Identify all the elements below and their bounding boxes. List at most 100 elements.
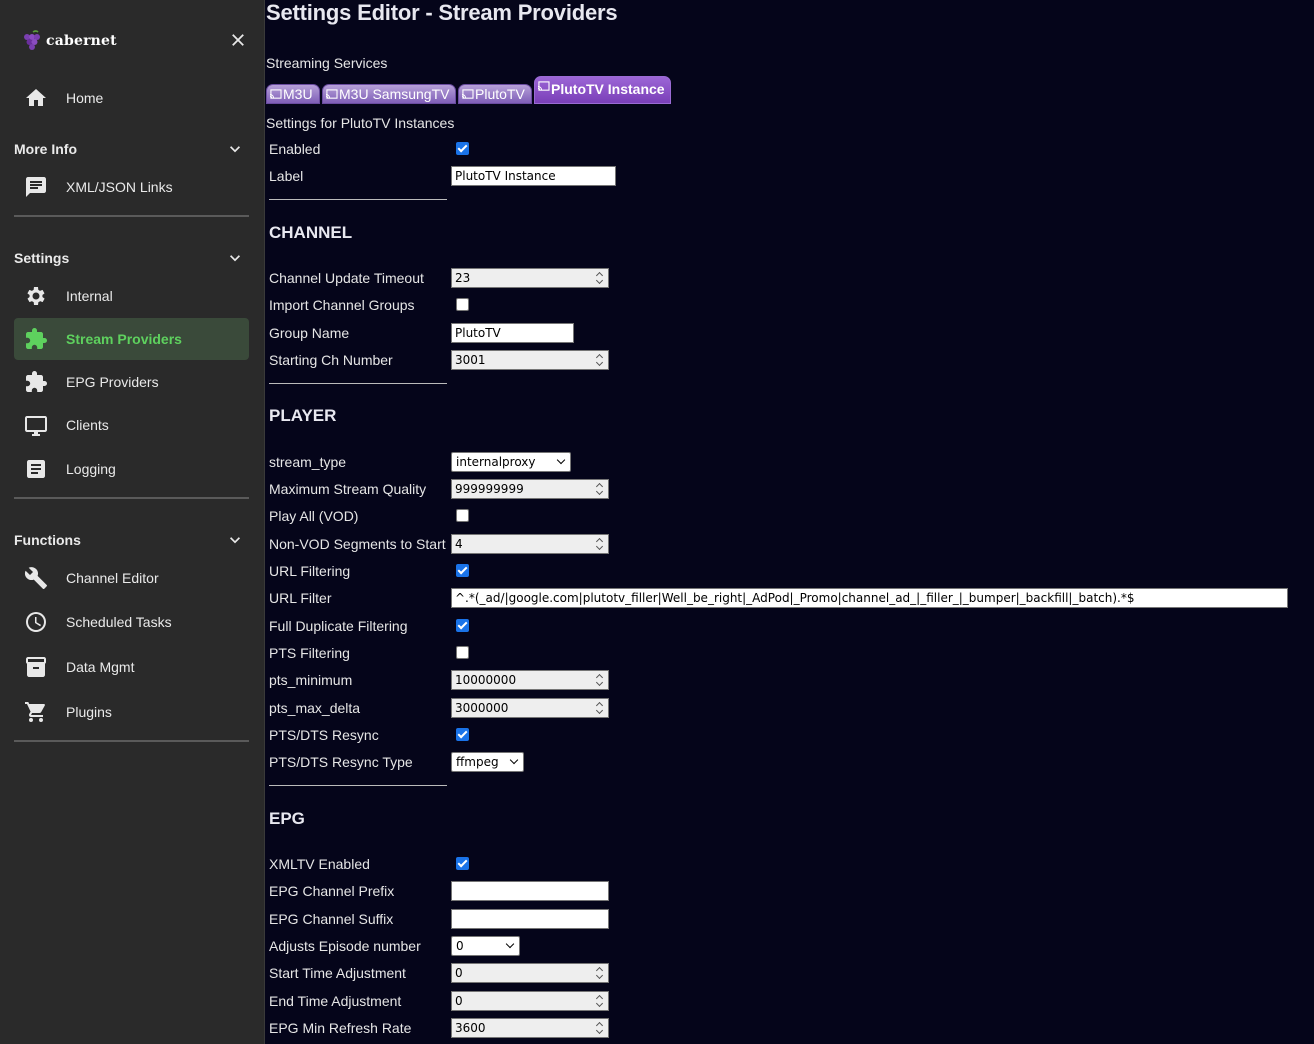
cast-icon xyxy=(269,88,282,99)
pts-max-delta-label: pts_max_delta xyxy=(269,700,361,716)
streaming-services-label: Streaming Services xyxy=(266,55,388,71)
sidebar-item-label: Scheduled Tasks xyxy=(66,614,172,630)
cast-icon xyxy=(325,88,338,99)
spinner-icon[interactable] xyxy=(596,994,604,1008)
import-groups-checkbox[interactable] xyxy=(456,298,469,311)
message-icon xyxy=(26,177,46,197)
resync-type-label: PTS/DTS Resync Type xyxy=(269,754,413,770)
tab-plutotv[interactable]: PlutoTV xyxy=(458,84,532,104)
max-quality-label: Maximum Stream Quality xyxy=(269,481,427,497)
input-value: 4 xyxy=(455,537,463,551)
spinner-icon[interactable] xyxy=(596,271,604,285)
input-value: 999999999 xyxy=(455,482,524,496)
update-timeout-input[interactable]: 23 xyxy=(451,268,609,288)
input-value: 23 xyxy=(455,271,471,285)
import-groups-label: Import Channel Groups xyxy=(269,297,415,313)
brand-name: cabernet xyxy=(46,33,117,49)
puzzle-icon xyxy=(26,371,47,392)
label-input[interactable] xyxy=(451,166,616,186)
url-filter-input[interactable] xyxy=(451,588,1288,608)
segments-input[interactable]: 4 xyxy=(451,534,609,554)
url-filter-label: URL Filter xyxy=(269,590,332,606)
url-filtering-checkbox[interactable] xyxy=(456,564,469,577)
clock-icon xyxy=(26,612,46,632)
update-timeout-label: Channel Update Timeout xyxy=(269,270,424,286)
sidebar-item-plugins[interactable]: Plugins xyxy=(14,691,249,733)
spinner-icon[interactable] xyxy=(596,966,604,980)
input-value: 3001 xyxy=(455,353,486,367)
pts-minimum-input[interactable]: 10000000 xyxy=(451,670,609,690)
sidebar-item-stream-providers[interactable]: Stream Providers xyxy=(14,318,249,360)
sidebar-divider xyxy=(14,215,249,217)
start-adj-input[interactable]: 0 xyxy=(451,963,609,983)
spinner-icon[interactable] xyxy=(596,673,604,687)
resync-checkbox[interactable] xyxy=(456,728,469,741)
chevron-down-icon xyxy=(230,255,240,262)
epg-heading: EPG xyxy=(269,809,305,828)
stream-type-select[interactable]: internalproxy xyxy=(451,452,571,472)
input-value: 3600 xyxy=(455,1021,486,1035)
play-all-checkbox[interactable] xyxy=(456,509,469,522)
section-separator xyxy=(269,199,447,200)
tab-m3u-samsungtv[interactable]: M3U SamsungTV xyxy=(322,84,456,104)
sidebar-item-clients[interactable]: Clients xyxy=(14,404,249,446)
end-adj-input[interactable]: 0 xyxy=(451,991,609,1011)
starting-ch-input[interactable]: 3001 xyxy=(451,350,609,370)
chevron-down-icon xyxy=(230,537,240,544)
pts-filtering-checkbox[interactable] xyxy=(456,646,469,659)
sidebar-item-data-mgmt[interactable]: Data Mgmt xyxy=(14,646,249,688)
grape-logo-icon xyxy=(24,30,40,50)
input-value: 3000000 xyxy=(455,701,509,715)
sidebar-item-channel-editor[interactable]: Channel Editor xyxy=(14,557,249,599)
section-separator xyxy=(269,785,447,786)
max-quality-input[interactable]: 999999999 xyxy=(451,479,609,499)
brand-logo[interactable]: cabernet xyxy=(20,28,117,54)
spinner-icon[interactable] xyxy=(596,1021,604,1035)
sidebar-item-label: Clients xyxy=(66,417,109,433)
sidebar-item-scheduled-tasks[interactable]: Scheduled Tasks xyxy=(14,601,249,643)
episode-select[interactable]: 0 xyxy=(451,936,520,956)
tab-plutotv-instance[interactable]: PlutoTV Instance xyxy=(534,76,671,104)
dup-filtering-checkbox[interactable] xyxy=(456,619,469,632)
tab-label: M3U SamsungTV xyxy=(339,86,450,102)
spinner-icon[interactable] xyxy=(596,482,604,496)
sidebar-item-label: Stream Providers xyxy=(66,331,182,347)
tab-m3u[interactable]: M3U xyxy=(266,84,320,104)
sidebar-item-xml-json-links[interactable]: XML/JSON Links xyxy=(14,166,249,208)
sidebar: cabernet Home More Info XML/JSON Links S… xyxy=(0,0,265,1044)
sidebar-item-label: Home xyxy=(66,90,104,106)
spinner-icon[interactable] xyxy=(596,353,604,367)
xmltv-checkbox[interactable] xyxy=(456,857,469,870)
enabled-label: Enabled xyxy=(269,141,321,157)
pts-max-delta-input[interactable]: 3000000 xyxy=(451,698,609,718)
sidebar-item-epg-providers[interactable]: EPG Providers xyxy=(14,361,249,403)
input-value: 0 xyxy=(455,966,463,980)
group-name-input[interactable] xyxy=(451,323,574,343)
sidebar-item-label: EPG Providers xyxy=(66,374,159,390)
section-more-info[interactable]: More Info xyxy=(14,137,249,161)
epg-suffix-label: EPG Channel Suffix xyxy=(269,911,394,927)
sidebar-item-logging[interactable]: Logging xyxy=(14,448,249,490)
label-label: Label xyxy=(269,168,304,184)
refresh-input[interactable]: 3600 xyxy=(451,1018,609,1038)
sidebar-item-label: Internal xyxy=(66,288,113,304)
close-sidebar-icon[interactable] xyxy=(229,31,247,49)
sidebar-item-home[interactable]: Home xyxy=(14,77,249,119)
sidebar-item-label: Data Mgmt xyxy=(66,659,135,675)
cast-icon xyxy=(461,88,474,99)
resync-type-select[interactable]: ffmpeg xyxy=(451,752,524,772)
page-title: Settings Editor - Stream Providers xyxy=(266,0,618,25)
section-title: Settings xyxy=(14,250,70,266)
group-name-label: Group Name xyxy=(269,325,350,341)
enabled-checkbox[interactable] xyxy=(456,142,469,155)
epg-suffix-input[interactable] xyxy=(451,909,609,929)
spinner-icon[interactable] xyxy=(596,537,604,551)
spinner-icon[interactable] xyxy=(596,701,604,715)
section-settings[interactable]: Settings xyxy=(14,246,249,270)
input-value: 0 xyxy=(455,994,463,1008)
channel-heading: CHANNEL xyxy=(269,223,353,242)
epg-prefix-input[interactable] xyxy=(451,881,609,901)
section-functions[interactable]: Functions xyxy=(14,528,249,552)
sidebar-item-internal[interactable]: Internal xyxy=(14,275,249,317)
refresh-label: EPG Min Refresh Rate xyxy=(269,1020,412,1036)
